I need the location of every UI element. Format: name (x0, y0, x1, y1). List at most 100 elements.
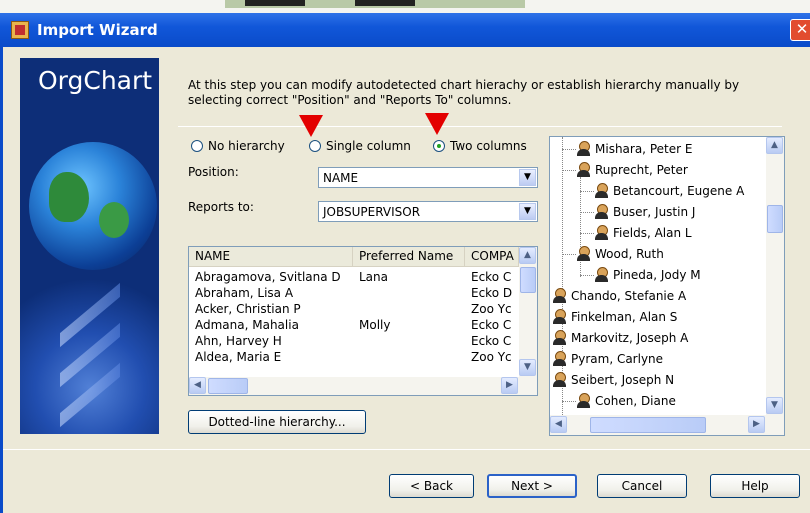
chevron-down-icon[interactable]: ▼ (519, 169, 536, 186)
scroll-right-icon[interactable]: ▶ (501, 377, 518, 394)
help-button[interactable]: Help (710, 474, 800, 498)
tree-node-label: Betancourt, Eugene A (613, 184, 745, 198)
tree-node-label: Wood, Ruth (595, 247, 664, 261)
scroll-down-icon[interactable]: ▼ (766, 397, 783, 414)
cell-company: Zoo Yc (471, 302, 512, 316)
sidebar-banner: OrgChart (20, 58, 159, 434)
tree-node[interactable]: Chando, Stefanie A (552, 287, 686, 305)
person-icon (552, 330, 566, 346)
wizard-app-icon (11, 21, 29, 39)
person-icon (576, 246, 590, 262)
cell-preferred: Molly (359, 318, 391, 332)
data-table[interactable]: NAME Preferred Name COMPA Abragamova, Sv… (188, 246, 538, 396)
tree-node-label: Buser, Justin J (613, 205, 696, 219)
window-frame (0, 47, 3, 513)
position-value: NAME (323, 171, 359, 185)
sidebar-brand: OrgChart (38, 66, 153, 95)
tree-node-label: Seibert, Joseph N (571, 373, 675, 387)
table-vertical-scrollbar[interactable]: ▲ ▼ (519, 247, 537, 377)
table-header: NAME Preferred Name COMPA (189, 247, 519, 267)
scroll-thumb[interactable] (208, 378, 248, 394)
column-header[interactable]: Preferred Name (353, 247, 465, 267)
cell-company: Ecko C (471, 318, 512, 332)
cell-name: Abraham, Lisa A (195, 286, 294, 300)
tree-node-label: Pineda, Jody M (613, 268, 701, 282)
cell-company: Ecko C (471, 270, 512, 284)
dotted-line-hierarchy-button[interactable]: Dotted-line hierarchy... (188, 410, 366, 434)
window-title: Import Wizard (37, 21, 158, 39)
table-row[interactable]: Acker, Christian P Zoo Yc (189, 301, 519, 317)
table-row[interactable]: Abraham, Lisa A Ecko D (189, 285, 519, 301)
globe-icon (29, 142, 157, 270)
divider (178, 126, 782, 127)
table-row[interactable]: Admana, Mahalia Molly Ecko C (189, 317, 519, 333)
back-button[interactable]: < Back (389, 474, 474, 498)
scroll-down-icon[interactable]: ▼ (519, 359, 536, 376)
tree-node[interactable]: Cohen, Diane (576, 392, 676, 410)
cell-preferred (353, 301, 465, 317)
tree-node[interactable]: Mishara, Peter E (576, 140, 692, 158)
title-bar[interactable]: Import Wizard ✕ (0, 13, 810, 47)
table-row[interactable]: Abragamova, Svitlana D Lana Ecko C (189, 269, 519, 285)
scroll-up-icon[interactable]: ▲ (766, 137, 783, 154)
cell-name: Acker, Christian P (195, 302, 301, 316)
next-button[interactable]: Next > (487, 474, 577, 498)
tree-node-label: Fields, Alan L (613, 226, 692, 240)
tree-node[interactable]: Ruprecht, Peter (576, 161, 688, 179)
tree-node[interactable]: Finkelman, Alan S (552, 308, 677, 326)
table-row[interactable]: Ahn, Harvey H Ecko C (189, 333, 519, 349)
column-header[interactable]: NAME (189, 247, 353, 267)
tree-node-label: Finkelman, Alan S (571, 310, 678, 324)
radio-single-column[interactable]: Single column (309, 139, 411, 153)
scroll-right-icon[interactable]: ▶ (748, 416, 765, 433)
person-icon (552, 351, 566, 367)
table-row[interactable]: Aldea, Maria E Zoo Yc (189, 349, 519, 365)
radio-two-columns[interactable]: Two columns (433, 139, 527, 153)
cancel-button[interactable]: Cancel (597, 474, 687, 498)
radio-label: No hierarchy (208, 139, 285, 153)
scroll-left-icon[interactable]: ◀ (189, 377, 206, 394)
tree-node[interactable]: Pineda, Jody M (594, 266, 701, 284)
radio-label: Single column (326, 139, 411, 153)
tree-node[interactable]: Betancourt, Eugene A (594, 182, 744, 200)
close-button[interactable]: ✕ (790, 19, 810, 41)
scroll-thumb[interactable] (590, 417, 706, 433)
cell-company: Ecko C (471, 334, 512, 348)
background-window-strip (0, 0, 810, 13)
footer-divider (3, 449, 810, 450)
tree-node[interactable]: Wood, Ruth (576, 245, 664, 263)
cell-preferred: Lana (359, 270, 388, 284)
cell-preferred (353, 285, 465, 301)
chevron-down-icon[interactable]: ▼ (519, 203, 536, 220)
scroll-thumb[interactable] (767, 205, 783, 233)
tree-node[interactable]: Seibert, Joseph N (552, 371, 674, 389)
cell-preferred (353, 349, 465, 365)
scroll-thumb[interactable] (520, 267, 536, 293)
radio-icon (309, 140, 321, 152)
radio-icon (191, 140, 203, 152)
tree-node[interactable]: Markovitz, Joseph A (552, 329, 688, 347)
table-horizontal-scrollbar[interactable]: ◀ ▶ (189, 377, 537, 395)
scroll-up-icon[interactable]: ▲ (519, 247, 536, 264)
tree-node[interactable]: Buser, Justin J (594, 203, 695, 221)
tree-node-label: Cohen, Diane (595, 394, 676, 408)
tree-node[interactable]: Fields, Alan L (594, 224, 692, 242)
position-select[interactable]: NAME ▼ (318, 167, 538, 188)
cell-name: Admana, Mahalia (195, 318, 299, 332)
hierarchy-tree[interactable]: Mishara, Peter E Ruprecht, Peter Betanco… (549, 136, 785, 436)
step-description: At this step you can modify autodetected… (188, 78, 740, 107)
tree-horizontal-scrollbar[interactable]: ◀ ▶ (550, 415, 784, 435)
column-header[interactable]: COMPA (465, 247, 519, 267)
tree-node-label: Markovitz, Joseph A (571, 331, 689, 345)
red-arrow-icon (299, 115, 323, 137)
tree-vertical-scrollbar[interactable]: ▲ ▼ (766, 137, 784, 415)
person-icon (552, 288, 566, 304)
person-icon (552, 309, 566, 325)
tree-node[interactable]: Pyram, Carlyne (552, 350, 663, 368)
scroll-left-icon[interactable]: ◀ (550, 416, 567, 433)
tree-node-label: Mishara, Peter E (595, 142, 693, 156)
radio-selected-icon (433, 140, 445, 152)
reports-to-select[interactable]: JOBSUPERVISOR ▼ (318, 201, 538, 222)
person-icon (576, 393, 590, 409)
radio-no-hierarchy[interactable]: No hierarchy (191, 139, 285, 153)
